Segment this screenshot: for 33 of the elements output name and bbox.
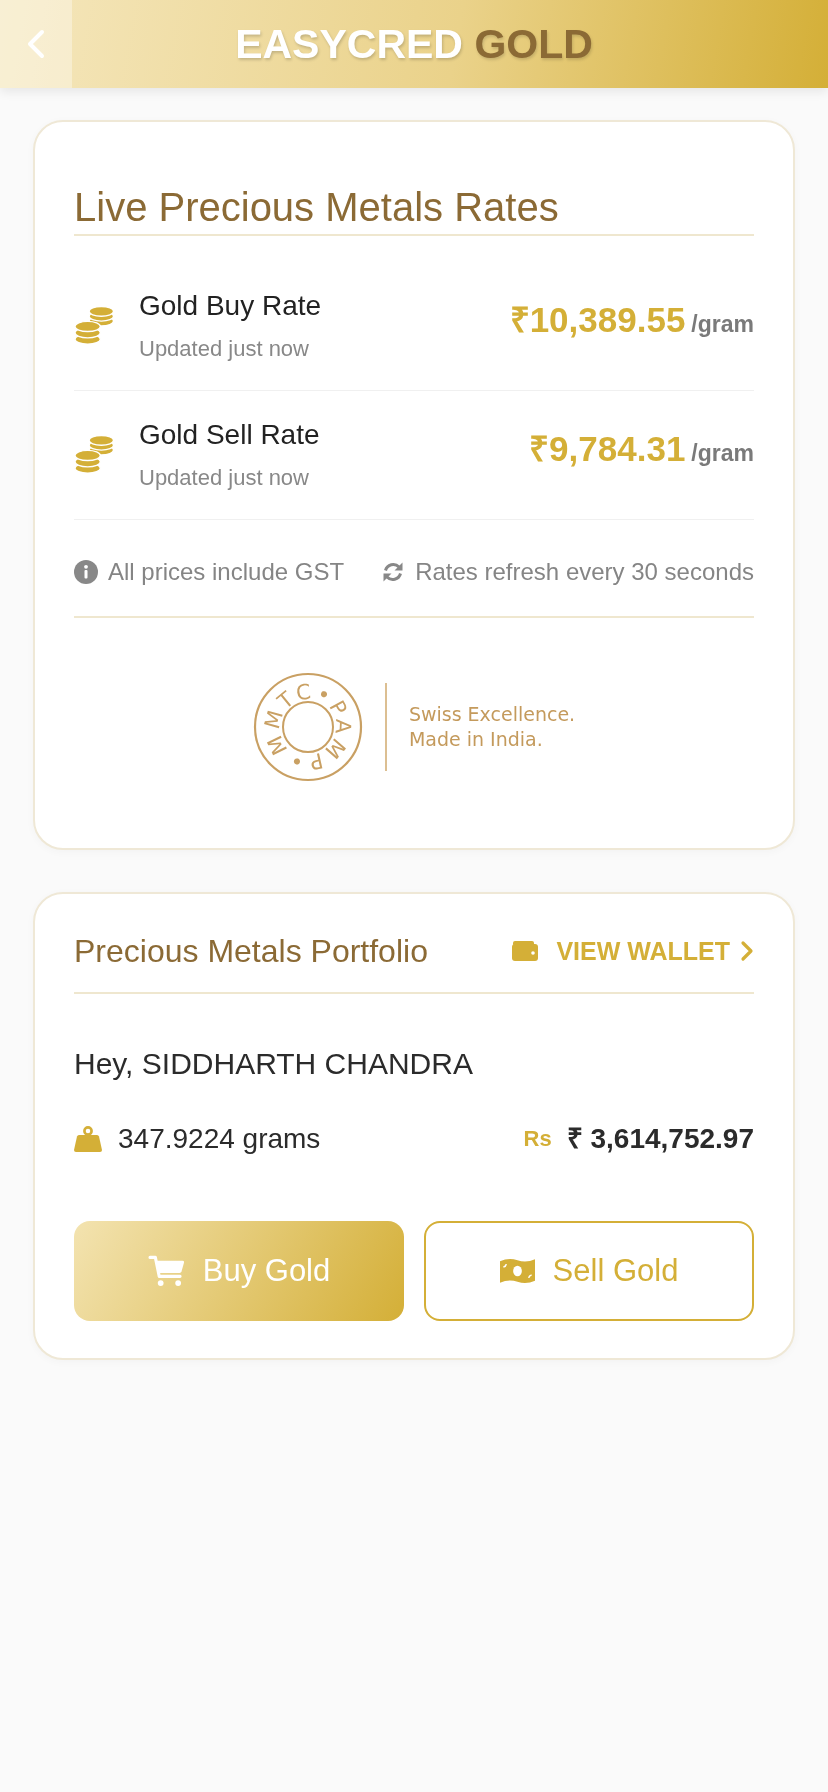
sell-button[interactable]: Sell Gold bbox=[424, 1221, 754, 1321]
banknote-icon bbox=[499, 1257, 535, 1285]
coins-icon bbox=[74, 434, 115, 475]
weight-icon bbox=[74, 1126, 102, 1152]
rate-price: ₹9,784.31 bbox=[529, 429, 686, 469]
price-unit: /gram bbox=[691, 311, 754, 338]
price-unit: /gram bbox=[691, 440, 754, 467]
buy-button[interactable]: Buy Gold bbox=[74, 1221, 404, 1321]
update-status: Updated just now bbox=[139, 465, 309, 491]
tagline-text: Made in India. bbox=[408, 727, 543, 752]
chevron-left-icon bbox=[26, 29, 46, 59]
note-text: Rates refresh every 30 seconds bbox=[415, 558, 754, 586]
note-text: All prices include GST bbox=[108, 558, 345, 586]
view-wallet-link[interactable]: VIEW WALLET bbox=[512, 936, 754, 966]
greeting-text: Hey, SIDDHARTH CHANDRA bbox=[74, 1046, 473, 1082]
rate-name: Gold Sell Rate bbox=[139, 419, 320, 451]
weight-amount: 347.9224 grams bbox=[118, 1122, 321, 1156]
app-title: EASYCRED GOLD bbox=[235, 20, 593, 68]
refresh-icon bbox=[381, 560, 406, 584]
coins-icon bbox=[74, 305, 115, 346]
update-status: Updated just now bbox=[139, 336, 309, 362]
chevron-right-icon bbox=[740, 940, 754, 962]
rate-name: Gold Buy Rate bbox=[139, 290, 322, 322]
section-title: Live Precious Metals Rates bbox=[74, 184, 559, 230]
back-button[interactable] bbox=[0, 0, 72, 88]
info-icon bbox=[74, 560, 98, 584]
portfolio-value: ₹ 3,614,752.97 bbox=[566, 1122, 754, 1156]
currency-symbol: Rs bbox=[523, 1126, 552, 1152]
cart-icon bbox=[147, 1255, 185, 1287]
section-title: Precious Metals Portfolio bbox=[74, 932, 428, 970]
tagline-text: Swiss Excellence. bbox=[408, 702, 576, 727]
wallet-icon bbox=[512, 941, 539, 961]
rate-price: ₹10,389.55 bbox=[509, 300, 686, 340]
